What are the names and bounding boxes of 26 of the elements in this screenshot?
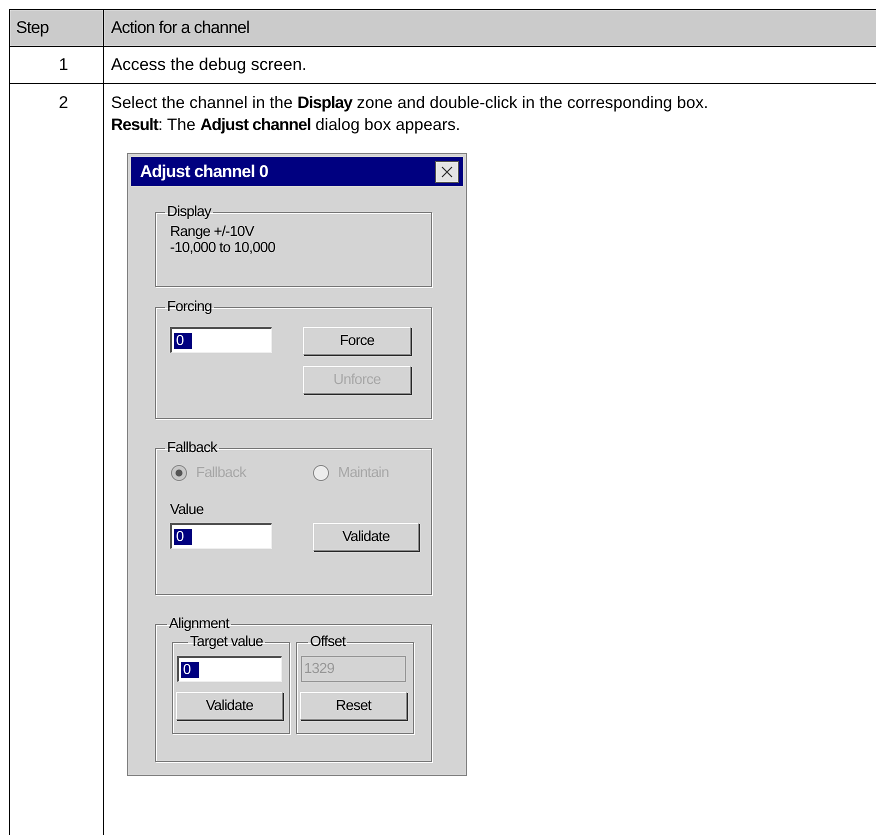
input-field[interactable]: 0 (170, 327, 272, 353)
dialog-button[interactable]: Reset (300, 692, 407, 720)
group-label: Offset (309, 634, 347, 650)
dialog-title: Adjust channel 0 (140, 162, 268, 182)
group-label: Forcing (166, 299, 213, 315)
display-text: Range +/-10V (170, 224, 256, 240)
group-label: Fallback (166, 440, 218, 456)
step-number: 2 (58, 93, 68, 112)
field-label: Value (170, 502, 205, 518)
group-label: Target value (189, 634, 264, 650)
validate-button[interactable]: Validate (313, 523, 419, 551)
step-text: Access the debug screen. (111, 55, 307, 74)
dialog-button[interactable]: Force (303, 327, 411, 355)
result-text: Result: The Adjust channel dialog box appears. (111, 114, 462, 136)
dialog-button[interactable]: Validate (176, 692, 283, 720)
column-header: Action for a channel (111, 18, 250, 37)
input-field[interactable]: 0 (170, 523, 272, 549)
close-button[interactable] (435, 160, 459, 182)
close-icon (441, 166, 453, 178)
input-field[interactable]: 0 (177, 656, 282, 682)
step-number: 1 (58, 55, 68, 74)
group-label: Alignment (168, 616, 230, 632)
column-header: Step (10, 10, 104, 46)
display-text: -10,000 to 10,000 (170, 240, 276, 256)
step-text: Select the channel in the Display zone and double-click in the corresponding box. (111, 92, 710, 114)
group-label: Display (166, 204, 212, 220)
